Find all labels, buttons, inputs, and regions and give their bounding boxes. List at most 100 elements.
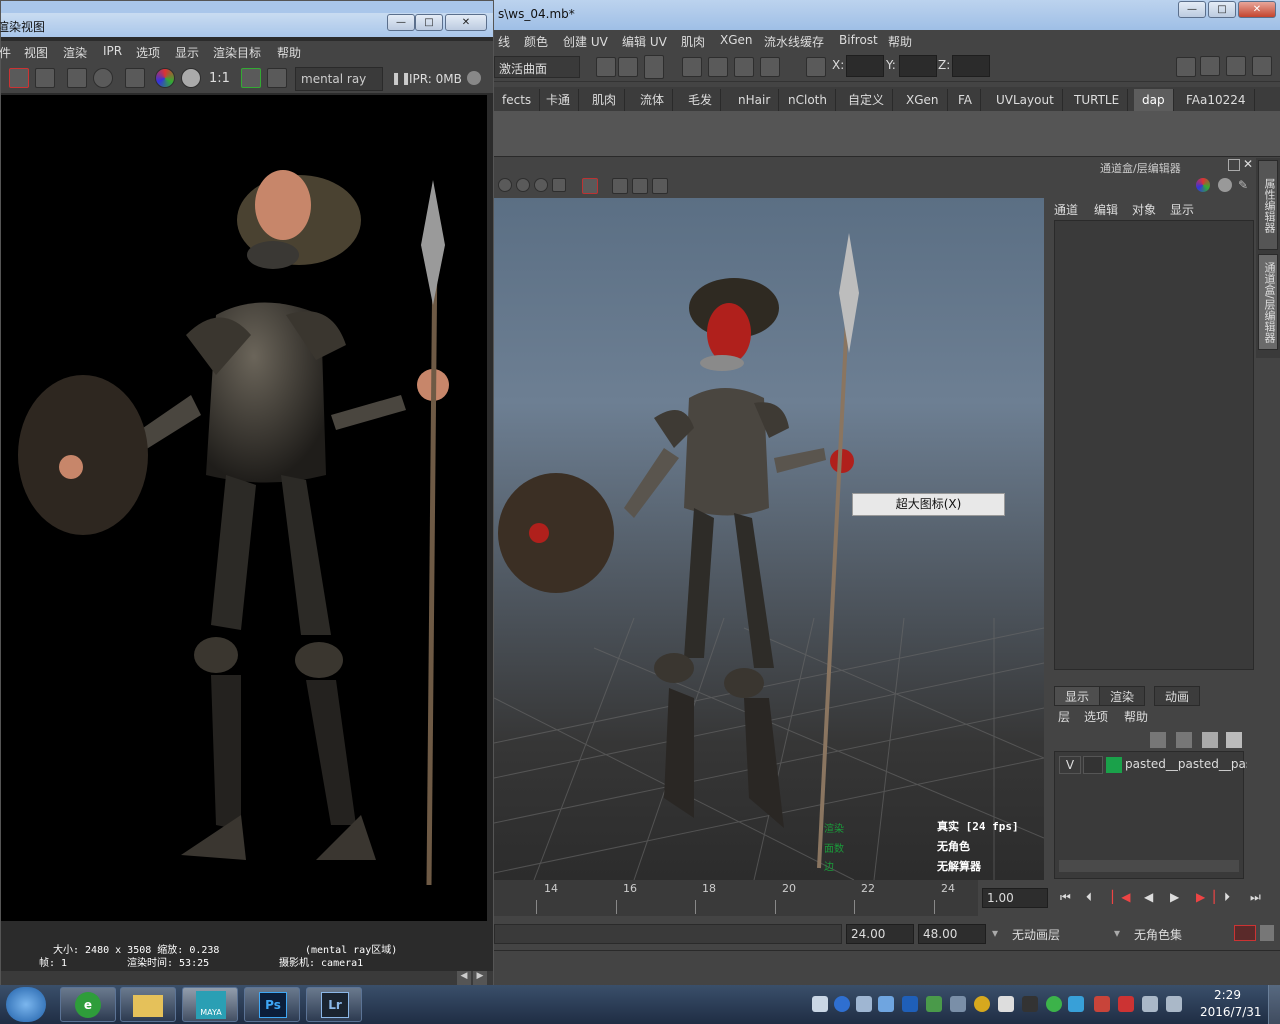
shelf-tab[interactable]: 卡通	[538, 89, 580, 111]
taskbar-lightroom-button[interactable]: Lr	[306, 987, 362, 1022]
render-menu-item[interactable]: 显示	[175, 44, 199, 61]
render-minimize-button[interactable]: —	[387, 14, 415, 31]
channel-menu-object[interactable]: 对象	[1132, 201, 1156, 218]
render-settings-icon[interactable]	[734, 57, 754, 77]
taskbar-ie-button[interactable]: e	[60, 987, 116, 1022]
shelf-tab[interactable]: nHair	[730, 89, 780, 111]
channel-menu-channels[interactable]: 通道	[1054, 201, 1078, 218]
tool-settings-icon[interactable]	[1226, 56, 1246, 76]
new-layer-icon[interactable]	[1150, 732, 1166, 748]
render-maximize-button[interactable]: □	[415, 14, 443, 31]
menu-item[interactable]: XGen	[720, 33, 753, 47]
shelf-tab[interactable]: 肌肉	[584, 89, 626, 111]
render-frame-icon[interactable]	[9, 68, 29, 88]
menu-item[interactable]: Bifrost	[839, 33, 878, 47]
network-tool-icon[interactable]	[926, 996, 942, 1012]
shading-wireframe-icon[interactable]	[498, 178, 512, 192]
layer-move-up-icon[interactable]	[1202, 732, 1218, 748]
layer-scrollbar[interactable]	[1059, 860, 1239, 872]
z-field[interactable]	[952, 55, 990, 77]
scroll-left-icon[interactable]: ◀	[457, 971, 471, 985]
current-frame-field[interactable]: 1.00	[982, 888, 1048, 908]
channel-list[interactable]	[1054, 220, 1254, 670]
layer-move-down-icon[interactable]	[1226, 732, 1242, 748]
shelf-tab[interactable]: 自定义	[840, 89, 894, 111]
step-forward-key-icon[interactable]: ⏵	[1224, 890, 1230, 905]
layer-tab-display[interactable]: 显示	[1054, 686, 1101, 706]
xray-icon[interactable]	[612, 178, 628, 194]
mode-selector[interactable]: 激活曲面	[494, 56, 580, 78]
tray-app-icon[interactable]	[1022, 996, 1038, 1012]
render-menu-item[interactable]: 视图	[24, 44, 48, 61]
render-image-canvas[interactable]	[1, 95, 487, 921]
shelf-tab[interactable]: XGen	[898, 89, 948, 111]
tray-app-icon[interactable]	[878, 996, 894, 1012]
scroll-right-icon[interactable]: ▶	[473, 971, 487, 985]
anim-layer-dropdown[interactable]: 无动画层	[1012, 926, 1060, 943]
input-mode-icon[interactable]	[806, 57, 826, 77]
taskbar-explorer-button[interactable]	[120, 987, 176, 1022]
anim-prefs-icon[interactable]	[1260, 925, 1274, 941]
tray-app-icon[interactable]	[974, 996, 990, 1012]
menu-item[interactable]: 流水线缓存	[764, 33, 824, 50]
rgb-channels-icon[interactable]	[155, 68, 175, 88]
channel-box-icon[interactable]	[1252, 56, 1272, 76]
layer-visibility-toggle[interactable]: V	[1059, 756, 1081, 774]
new-layer-selected-icon[interactable]	[1176, 732, 1192, 748]
step-forward-frame-icon[interactable]: ▶▕	[1196, 890, 1214, 904]
step-back-frame-icon[interactable]: ▏◀	[1112, 890, 1130, 904]
shelf-tab-active[interactable]: dap	[1134, 89, 1174, 111]
lighting-icon[interactable]	[552, 178, 566, 192]
ipr-icon[interactable]	[708, 57, 728, 77]
real-size-button[interactable]: 1:1	[209, 71, 230, 86]
network-icon[interactable]	[1142, 996, 1158, 1012]
menu-item[interactable]: 颜色	[524, 33, 548, 50]
ipr-render-icon[interactable]	[67, 68, 87, 88]
layer-tab-anim[interactable]: 动画	[1154, 686, 1201, 706]
region-render-icon[interactable]	[125, 68, 145, 88]
shelf-tab[interactable]: 流体	[632, 89, 674, 111]
shelf-tab[interactable]: nCloth	[780, 89, 836, 111]
minimize-button[interactable]: —	[1178, 1, 1206, 18]
shelf-tab[interactable]: FA	[950, 89, 982, 111]
clock-date[interactable]: 2016/7/31	[1200, 1005, 1262, 1019]
show-desktop-button[interactable]	[1268, 985, 1280, 1024]
channel-menu-edit[interactable]: 编辑	[1094, 201, 1118, 218]
tray-expand-icon[interactable]	[856, 996, 872, 1012]
start-orb-button[interactable]	[6, 987, 46, 1022]
shelf-tab[interactable]: TURTLE	[1066, 89, 1129, 111]
play-backward-icon[interactable]: ◀	[1144, 890, 1153, 904]
time-slider-track[interactable]: 14 16 18 20 22 24	[494, 880, 978, 916]
shading-smooth-icon[interactable]	[516, 178, 530, 192]
brush-icon[interactable]: ✎	[1238, 178, 1252, 192]
alpha-channel-icon[interactable]	[181, 68, 201, 88]
volume-icon[interactable]	[1166, 996, 1182, 1012]
menu-item[interactable]: 肌肉	[681, 33, 705, 50]
share-icon[interactable]	[652, 178, 668, 194]
play-forward-icon[interactable]: ▶	[1170, 890, 1179, 904]
security-shield-icon[interactable]	[902, 996, 918, 1012]
tray-app-icon[interactable]	[1068, 996, 1084, 1012]
render-menu-item[interactable]: IPR	[103, 44, 122, 58]
shelf-tab[interactable]: FAa10224	[1178, 89, 1255, 111]
render-horizontal-scrollbar[interactable]: ◀ ▶	[1, 971, 493, 985]
flag-icon[interactable]	[1094, 996, 1110, 1012]
render-menu-item[interactable]: 渲染目标	[213, 44, 261, 61]
layer-playback-toggle[interactable]	[1083, 756, 1103, 774]
step-back-key-icon[interactable]: ⏴	[1086, 890, 1092, 905]
range-end-field[interactable]: 24.00	[846, 924, 914, 944]
channel-box-tab[interactable]: 通道盒/层编辑器	[1258, 254, 1278, 350]
sphere-icon[interactable]	[1218, 178, 1232, 192]
range-slider-bar[interactable]	[494, 924, 842, 944]
chevron-down-icon[interactable]: ▾	[1114, 926, 1120, 940]
wechat-icon[interactable]	[1046, 996, 1062, 1012]
render-frame-icon[interactable]	[682, 57, 702, 77]
channel-menu-show[interactable]: 显示	[1170, 201, 1194, 218]
render-menu-item[interactable]: 渲染	[63, 44, 87, 61]
refresh-icon[interactable]	[93, 68, 113, 88]
snap-icon[interactable]	[596, 57, 616, 77]
remove-image-icon[interactable]	[267, 68, 287, 88]
taskbar-photoshop-button[interactable]: Ps	[244, 987, 300, 1022]
render-menu-item[interactable]: 选项	[136, 44, 160, 61]
render-region-icon[interactable]	[618, 57, 638, 77]
